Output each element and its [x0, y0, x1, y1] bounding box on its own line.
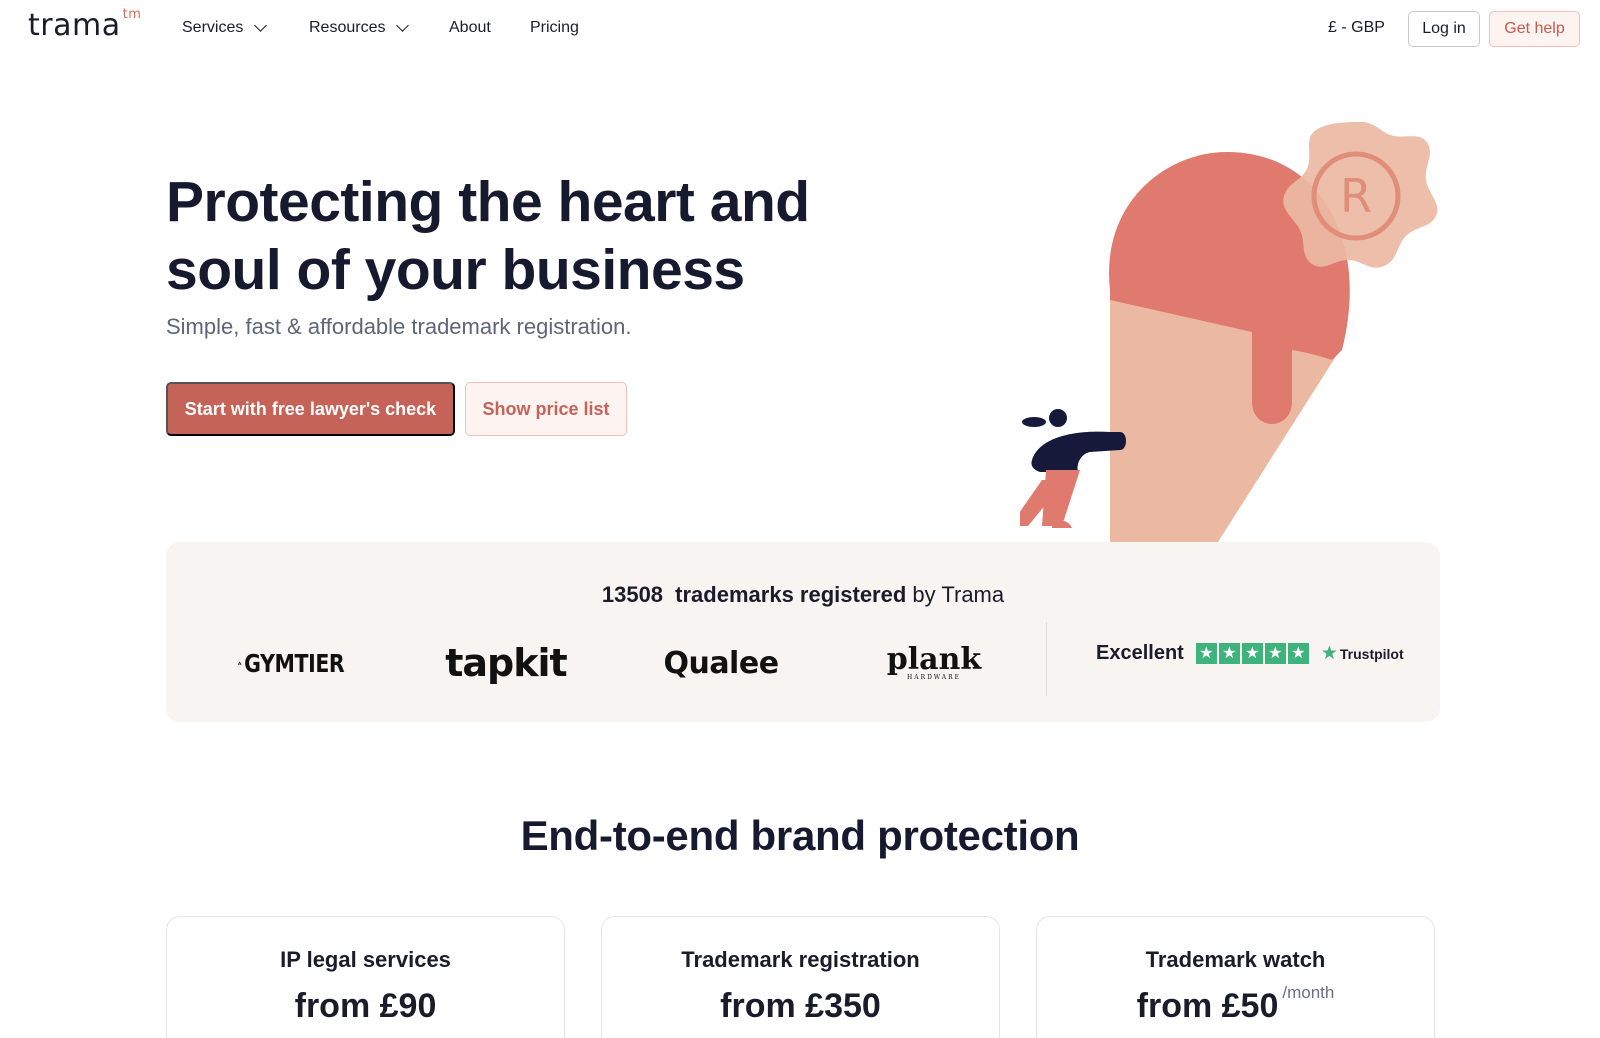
- star-icon: ★: [1264, 643, 1286, 664]
- star-icon: ★: [1218, 643, 1240, 664]
- trademark-count-suffix: by Trama: [912, 582, 1005, 607]
- trustpilot-logo: ★ Trustpilot: [1321, 642, 1404, 665]
- nav-services[interactable]: Services: [182, 18, 268, 37]
- tapkit-logo: tapkit: [445, 641, 567, 685]
- login-button[interactable]: Log in: [1408, 11, 1480, 47]
- chevron-down-icon: [254, 18, 268, 32]
- band-divider: [1046, 622, 1047, 696]
- trama-logo[interactable]: trama tm: [28, 7, 142, 43]
- gymtier-mark-icon: [237, 661, 242, 665]
- trademark-count: 13508: [601, 582, 664, 607]
- trustpilot-brand-text: Trustpilot: [1339, 645, 1404, 662]
- hero-title: Protecting the heart and soul of your bu…: [166, 170, 810, 302]
- plank-logo-text: plank: [886, 641, 982, 677]
- card-price-value: from £350: [720, 987, 881, 1025]
- top-nav: trama tm Services Resources About Pricing…: [0, 0, 1600, 58]
- nav-resources[interactable]: Resources: [309, 18, 410, 37]
- nav-about-label: About: [449, 19, 491, 36]
- trustpilot-stars: ★ ★ ★ ★ ★: [1195, 643, 1309, 664]
- nav-resources-label: Resources: [309, 19, 386, 36]
- nav-services-label: Services: [182, 19, 244, 36]
- registered-badge: R: [1283, 122, 1438, 268]
- card-title: Trademark registration: [681, 947, 920, 972]
- gymtier-logo-text: GYMTIER: [244, 648, 345, 678]
- logo-tm: tm: [122, 7, 142, 22]
- card-title: IP legal services: [280, 947, 451, 972]
- show-price-list-button[interactable]: Show price list: [465, 382, 627, 436]
- trademarks-registered-stat: 13508 trademarks registered by Trama: [166, 582, 1440, 608]
- card-title: Trademark watch: [1145, 947, 1326, 972]
- gymtier-logo: GYMTIER: [237, 638, 345, 688]
- nav-pricing-label: Pricing: [530, 19, 579, 36]
- logo-text: trama: [28, 8, 121, 43]
- card-price: from £50/month: [1037, 983, 1434, 1026]
- nav-pricing[interactable]: Pricing: [530, 19, 579, 37]
- trustpilot-star-icon: ★: [1320, 643, 1338, 664]
- star-icon: ★: [1195, 643, 1217, 664]
- service-card-ip-legal[interactable]: IP legal services from £90: [166, 916, 565, 1038]
- badge-letter: R: [1340, 169, 1372, 223]
- service-card-trademark-watch[interactable]: Trademark watch from £50/month: [1036, 916, 1435, 1038]
- service-card-trademark-registration[interactable]: Trademark registration from £350: [601, 916, 1000, 1038]
- trustpilot-rating-text: Excellent: [1096, 642, 1184, 664]
- star-icon: ★: [1287, 643, 1309, 664]
- plank-logo-tagline: HARDWARE: [907, 673, 961, 681]
- qualee-logo: Qualee: [663, 645, 779, 681]
- hero-illustration: R: [1020, 122, 1438, 542]
- trademark-count-label: trademarks registered: [675, 582, 907, 607]
- card-price-value: from £90: [294, 987, 437, 1025]
- section-title: End-to-end brand protection: [520, 812, 1080, 859]
- star-icon: ★: [1241, 643, 1263, 664]
- card-price-period: /month: [1282, 983, 1335, 1002]
- trust-band: 13508 trademarks registered by Trama GYM…: [166, 542, 1440, 722]
- nav-about[interactable]: About: [449, 19, 491, 37]
- currency-selector[interactable]: £ - GBP: [1328, 19, 1385, 37]
- card-price: from £350: [602, 987, 999, 1026]
- hero-subtitle: Simple, fast & affordable trademark regi…: [166, 314, 632, 339]
- plank-logo: plank HARDWARE: [874, 638, 994, 688]
- get-help-button[interactable]: Get help: [1489, 11, 1580, 47]
- card-price: from £90: [167, 987, 564, 1026]
- chevron-down-icon: [396, 18, 410, 32]
- card-price-value: from £50: [1136, 987, 1279, 1025]
- free-lawyer-check-button[interactable]: Start with free lawyer's check: [166, 382, 455, 436]
- trustpilot-rating[interactable]: Excellent ★ ★ ★ ★ ★ ★ Trustpilot: [1096, 642, 1404, 665]
